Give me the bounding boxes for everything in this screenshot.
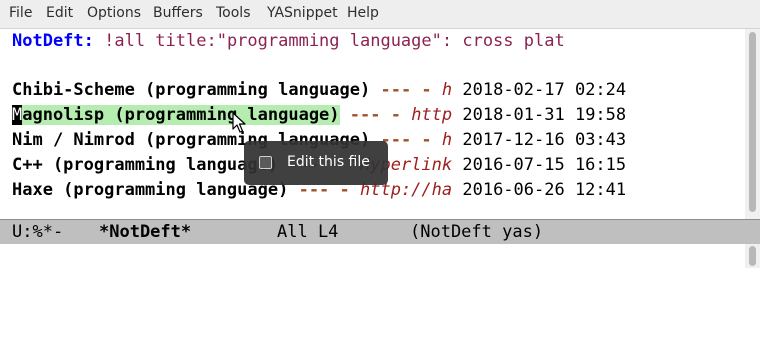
mouse-pointer-icon bbox=[232, 112, 246, 133]
menu-help[interactable]: Help bbox=[347, 5, 379, 21]
note-date: 2017-12-16 03:43 bbox=[452, 130, 627, 150]
modeline-buffer-name[interactable]: *NotDeft* bbox=[99, 220, 191, 244]
editor-area[interactable]: NotDeft: !all title:"programming languag… bbox=[0, 29, 745, 219]
menu-yasnippet[interactable]: YASnippet bbox=[267, 5, 338, 21]
search-query[interactable]: !all title:"programming language": cross… bbox=[94, 31, 565, 51]
minibuffer-scrollbar[interactable] bbox=[745, 244, 760, 268]
note-summary: http bbox=[400, 105, 453, 125]
menu-file[interactable]: File bbox=[9, 5, 32, 21]
note-separator: --- - bbox=[370, 80, 432, 100]
minibuffer[interactable] bbox=[0, 244, 745, 268]
note-summary: h bbox=[431, 80, 453, 100]
note-date: 2016-07-15 16:15 bbox=[452, 155, 627, 175]
note-title[interactable]: C++ (programming language) bbox=[12, 155, 278, 175]
note-date: 2018-02-17 02:24 bbox=[452, 80, 627, 100]
menu-edit[interactable]: Edit bbox=[46, 5, 73, 21]
note-row-selected[interactable]: Magnolisp (programming language) --- - h… bbox=[12, 103, 626, 127]
text-cursor: M bbox=[12, 105, 23, 125]
modeline-position: All L4 bbox=[277, 222, 339, 242]
note-summary: h bbox=[431, 130, 453, 150]
modeline-status: U:%*- bbox=[12, 222, 64, 242]
scroll-thumb[interactable] bbox=[749, 32, 756, 212]
editor-scrollbar[interactable] bbox=[745, 29, 760, 219]
note-date: 2016-06-26 12:41 bbox=[452, 180, 627, 200]
note-date: 2018-01-31 19:58 bbox=[452, 105, 627, 125]
note-row[interactable]: Chibi-Scheme (programming language) --- … bbox=[12, 78, 626, 102]
menu-tools[interactable]: Tools bbox=[216, 5, 251, 21]
menu-bar: File Edit Options Buffers Tools YASnippe… bbox=[0, 0, 760, 29]
tooltip-text: Edit this file bbox=[287, 154, 370, 170]
header-label: NotDeft: bbox=[12, 31, 94, 51]
minibuffer-scroll-thumb[interactable] bbox=[749, 246, 756, 266]
tooltip: Edit this file bbox=[244, 141, 388, 185]
note-title[interactable]: Chibi-Scheme (programming language) bbox=[12, 80, 370, 100]
note-separator: --- - bbox=[339, 105, 401, 125]
window-icon bbox=[259, 156, 272, 169]
mode-line: U:%*- *NotDeft* All L4 (NotDeft yas) bbox=[0, 219, 760, 244]
menu-options[interactable]: Options bbox=[87, 5, 141, 21]
note-title[interactable]: agnolisp (programming language) bbox=[22, 105, 340, 125]
modeline-modes[interactable]: (NotDeft yas) bbox=[410, 220, 543, 244]
menu-buffers[interactable]: Buffers bbox=[153, 5, 203, 21]
notdeft-header: NotDeft: !all title:"programming languag… bbox=[12, 29, 565, 53]
